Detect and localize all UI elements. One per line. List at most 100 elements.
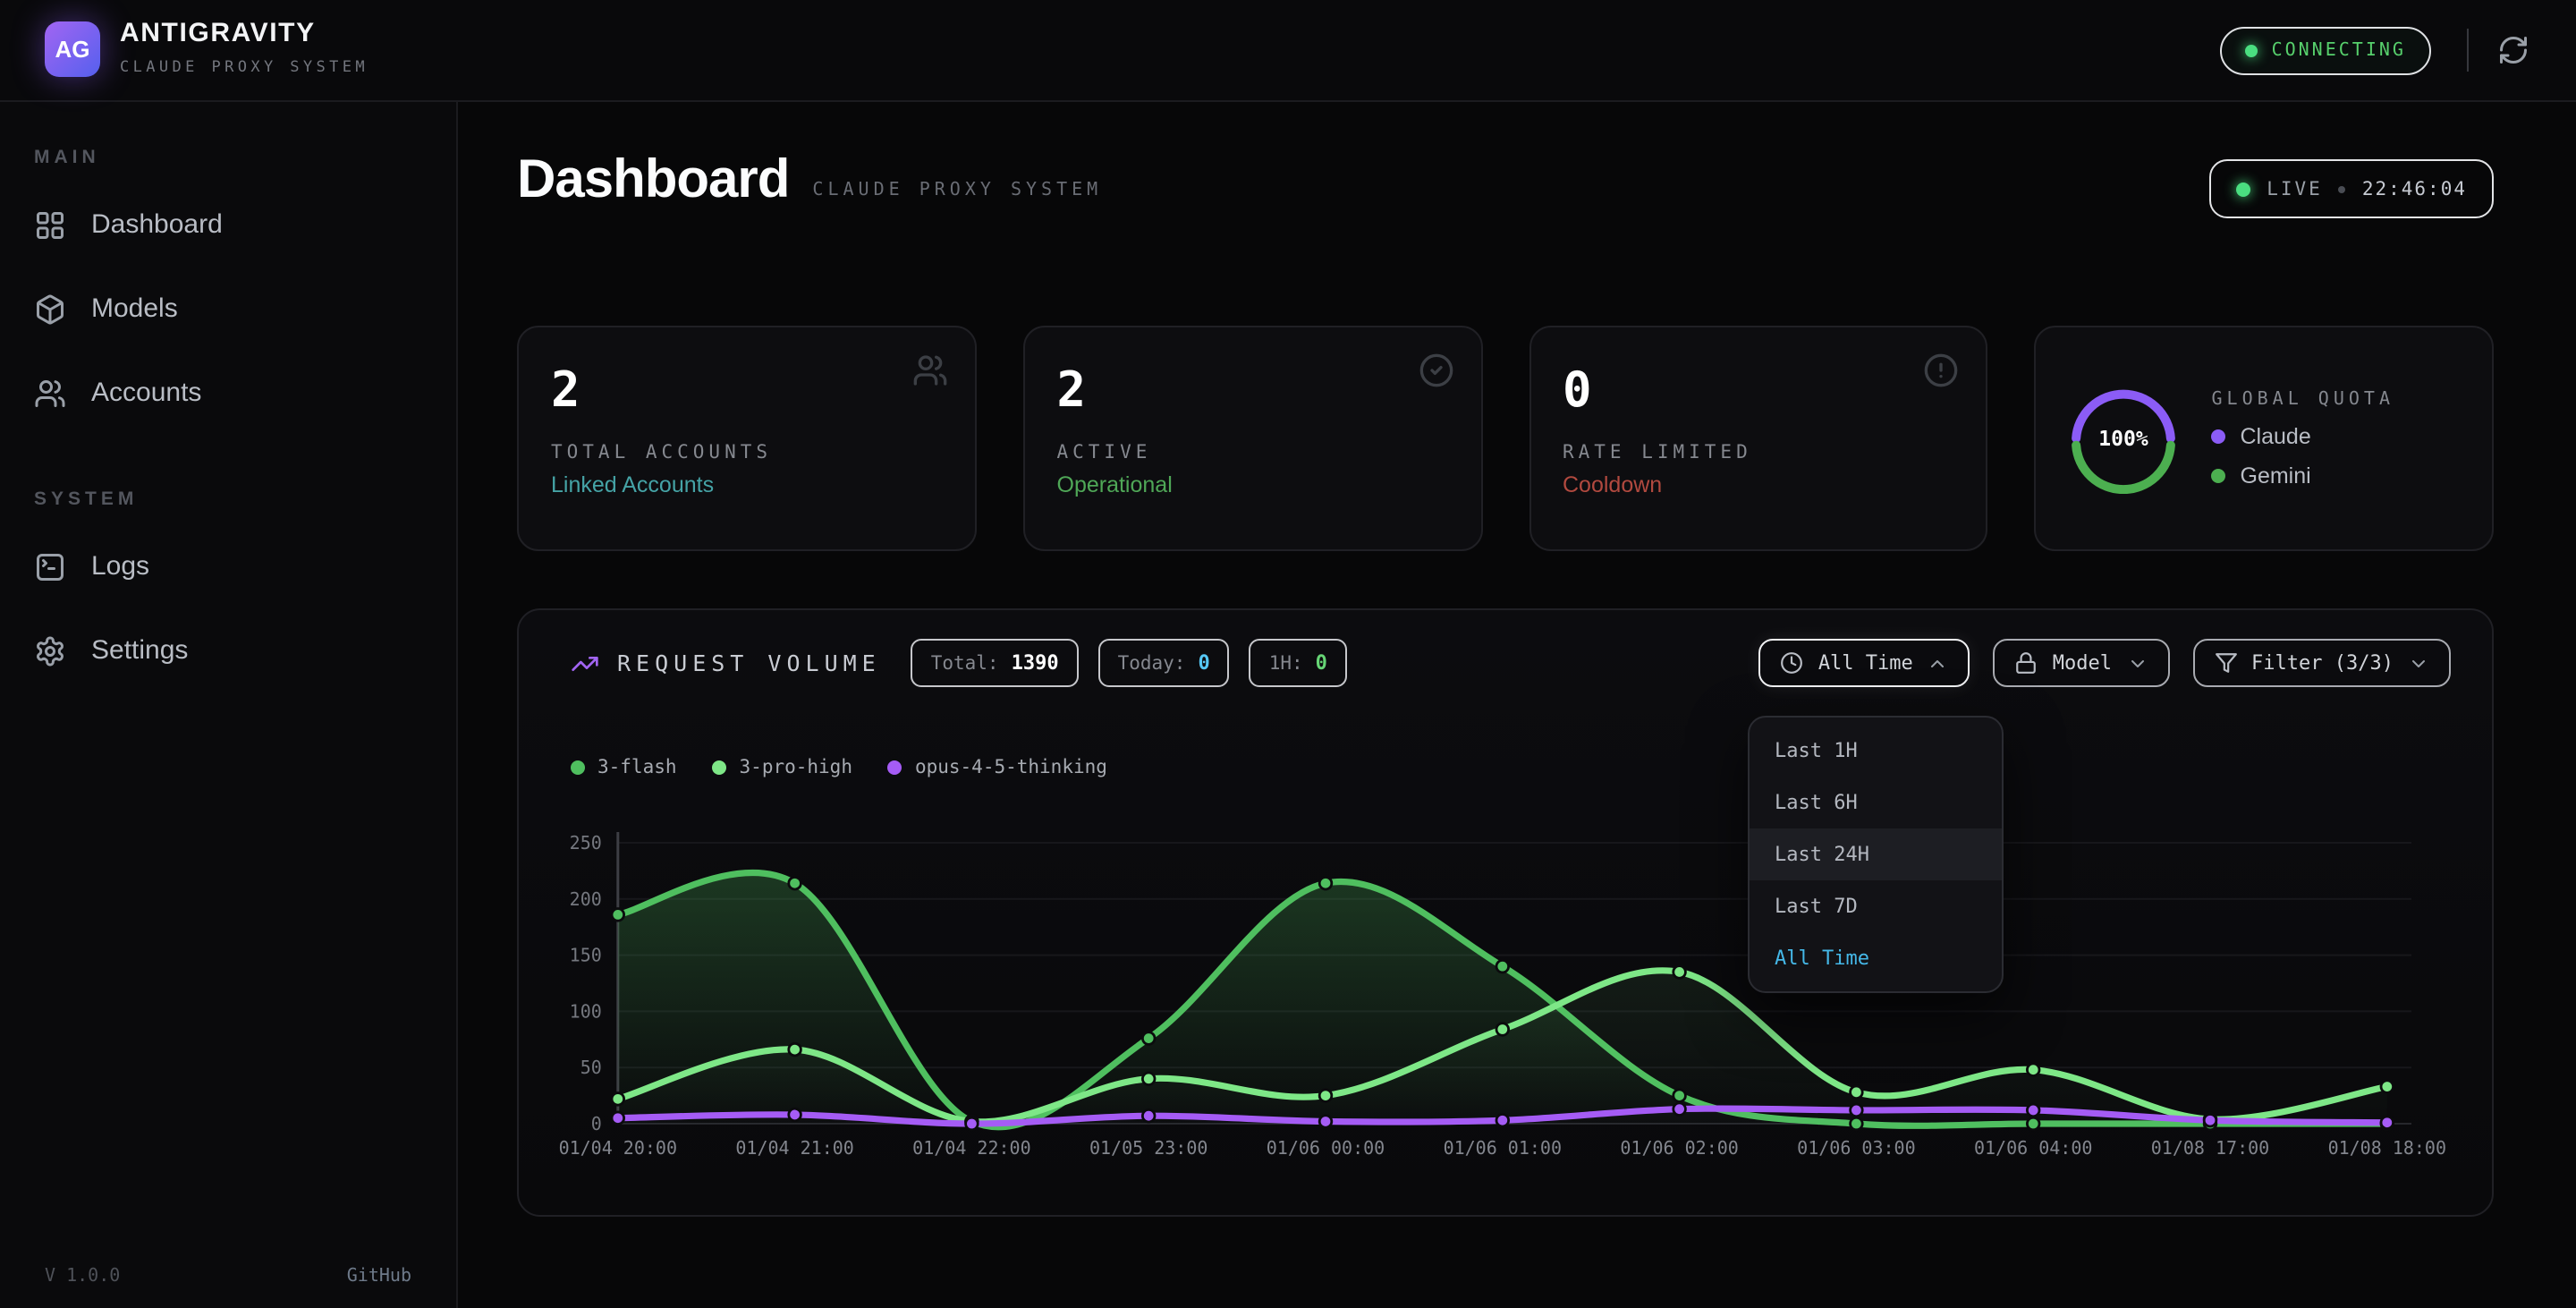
sidebar-item-settings[interactable]: Settings <box>0 608 456 692</box>
model-button-label: Model <box>2053 651 2112 675</box>
dropdown-item-all-time[interactable]: All Time <box>1750 932 2002 984</box>
quota-label: GLOBAL QUOTA <box>2212 389 2395 409</box>
dropdown-item-last-24h[interactable]: Last 24H <box>1750 828 2002 880</box>
sidebar-item-dashboard[interactable]: Dashboard <box>0 183 456 267</box>
trending-up-icon <box>571 649 599 677</box>
svg-text:01/06 02:00: 01/06 02:00 <box>1620 1137 1738 1159</box>
clock-value: 22:46:04 <box>2362 178 2467 200</box>
stat-value: 2 <box>551 365 943 418</box>
app-subtitle: CLAUDE PROXY SYSTEM <box>120 59 369 77</box>
model-button[interactable]: Model <box>1994 639 2169 687</box>
quota-legend-label: Claude <box>2241 423 2311 448</box>
cube-icon <box>34 293 66 325</box>
svg-text:01/04 20:00: 01/04 20:00 <box>559 1137 677 1159</box>
connection-status-pill: CONNECTING <box>2220 27 2431 75</box>
time-range-button[interactable]: All Time <box>1759 639 1970 687</box>
svg-text:01/06 04:00: 01/06 04:00 <box>1974 1137 2092 1159</box>
stat-value: 2 <box>1057 365 1449 418</box>
badge-value: 0 <box>1316 651 1327 675</box>
svg-text:250: 250 <box>570 832 602 854</box>
grid-icon <box>34 208 66 241</box>
sidebar-section-main: MAIN <box>34 147 456 168</box>
dropdown-item-last-6h[interactable]: Last 6H <box>1750 777 2002 828</box>
svg-text:0: 0 <box>591 1113 602 1134</box>
gear-icon <box>34 634 66 667</box>
legend-label: 3-flash <box>597 757 677 778</box>
series-dot-icon <box>571 760 585 775</box>
svg-text:100: 100 <box>570 1000 602 1022</box>
gemini-dot-icon <box>2212 468 2226 482</box>
time-range-dropdown: Last 1H Last 6H Last 24H Last 7D All Tim… <box>1748 716 2004 993</box>
svg-text:01/06 01:00: 01/06 01:00 <box>1444 1137 1562 1159</box>
quota-percent: 100% <box>2099 428 2149 451</box>
filter-button[interactable]: Filter (3/3) <box>2192 639 2451 687</box>
badge-label: 1H: <box>1269 652 1303 674</box>
card-active: 2 ACTIVE Operational <box>1023 326 1483 551</box>
topbar-divider <box>2467 29 2469 72</box>
stat-label: TOTAL ACCOUNTS <box>551 441 943 463</box>
quota-legend-label: Gemini <box>2241 463 2311 488</box>
svg-text:50: 50 <box>580 1057 602 1078</box>
chart-panel-header: REQUEST VOLUME Total: 1390 Today: 0 1H: … <box>571 639 2451 687</box>
page-title: Dashboard <box>517 154 789 208</box>
badge-label: Today: <box>1118 652 1186 674</box>
svg-text:200: 200 <box>570 888 602 910</box>
separator-dot-icon <box>2339 185 2346 192</box>
status-dot-icon <box>2245 45 2258 57</box>
app-name: ANTIGRAVITY <box>120 18 316 48</box>
chevron-up-icon <box>1928 652 1949 674</box>
legend-item-opus[interactable]: opus-4-5-thinking <box>888 757 1107 778</box>
sidebar: MAIN Dashboard Models Accounts SYSTEM <box>0 100 458 1308</box>
legend-label: 3-pro-high <box>740 757 852 778</box>
card-rate-limited: 0 RATE LIMITED Cooldown <box>1529 326 1988 551</box>
logo-text: AG <box>55 36 90 63</box>
terminal-icon <box>34 550 66 582</box>
badge-value: 0 <box>1198 651 1209 675</box>
sidebar-item-label: Logs <box>91 551 149 582</box>
badge-1h: 1H: 0 <box>1250 639 1347 687</box>
refresh-button[interactable] <box>2497 34 2529 66</box>
connection-status-label: CONNECTING <box>2272 41 2406 61</box>
svg-text:01/06 00:00: 01/06 00:00 <box>1267 1137 1385 1159</box>
request-volume-chart: 05010015020025001/04 20:0001/04 21:0001/… <box>519 610 2496 1215</box>
chart-title-group: REQUEST VOLUME <box>571 649 881 677</box>
badge-total: Total: 1390 <box>911 639 1079 687</box>
stat-value: 0 <box>1563 365 1954 418</box>
chart-controls: All Time Model Filter (3 <box>1759 639 2451 687</box>
time-range-value: All Time <box>1818 651 1913 675</box>
page-subtitle: CLAUDE PROXY SYSTEM <box>812 181 1102 208</box>
claude-dot-icon <box>2212 429 2226 443</box>
sidebar-item-logs[interactable]: Logs <box>0 524 456 608</box>
stat-sublabel: Cooldown <box>1563 471 1954 497</box>
sidebar-item-accounts[interactable]: Accounts <box>0 351 456 435</box>
users-icon <box>912 352 948 388</box>
sidebar-section-system: SYSTEM <box>34 488 456 510</box>
alert-circle-icon <box>1924 352 1960 388</box>
lock-icon <box>2015 651 2038 675</box>
quota-ring: 100% <box>2069 383 2180 494</box>
filter-button-label: Filter (3/3) <box>2251 651 2394 675</box>
github-link[interactable]: GitHub <box>347 1267 411 1287</box>
dropdown-item-last-7d[interactable]: Last 7D <box>1750 880 2002 932</box>
stat-label: RATE LIMITED <box>1563 441 1954 463</box>
badge-value: 1390 <box>1012 651 1059 675</box>
legend-item-3-flash[interactable]: 3-flash <box>571 757 677 778</box>
main-content: Dashboard CLAUDE PROXY SYSTEM LIVE 22:46… <box>456 100 2576 1308</box>
svg-text:01/04 22:00: 01/04 22:00 <box>912 1137 1030 1159</box>
clock-icon <box>1781 651 1804 675</box>
app-version: V 1.0.0 <box>45 1267 120 1287</box>
badge-label: Total: <box>931 652 999 674</box>
sidebar-item-label: Settings <box>91 635 188 666</box>
stat-sublabel: Linked Accounts <box>551 471 943 497</box>
svg-text:01/08 18:00: 01/08 18:00 <box>2328 1137 2446 1159</box>
chart-legend: 3-flash 3-pro-high opus-4-5-thinking <box>571 757 1107 778</box>
chart-title: REQUEST VOLUME <box>617 650 881 676</box>
dropdown-item-last-1h[interactable]: Last 1H <box>1750 725 2002 777</box>
card-global-quota: 100% GLOBAL QUOTA Claude Gemini <box>2035 326 2495 551</box>
sidebar-item-label: Accounts <box>91 378 201 408</box>
sidebar-item-models[interactable]: Models <box>0 267 456 351</box>
legend-item-3-pro-high[interactable]: 3-pro-high <box>713 757 852 778</box>
live-status-badge: LIVE 22:46:04 <box>2209 159 2494 218</box>
app-logo: AG <box>45 21 100 77</box>
topbar: AG ANTIGRAVITY CLAUDE PROXY SYSTEM CONNE… <box>0 0 2576 102</box>
